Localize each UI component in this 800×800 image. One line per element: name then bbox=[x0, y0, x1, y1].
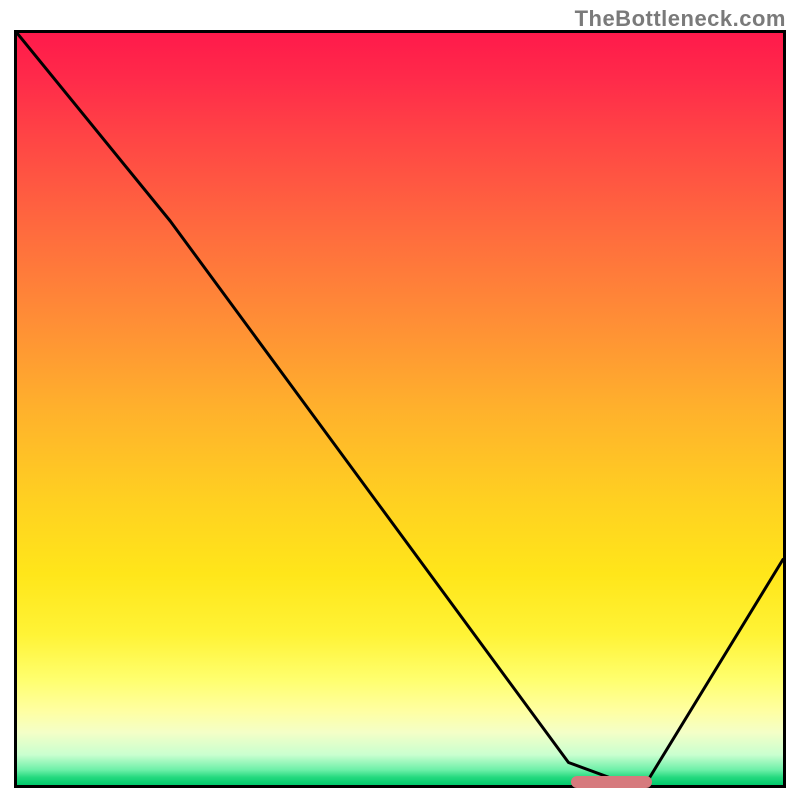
curve-path bbox=[17, 33, 783, 785]
watermark-text: TheBottleneck.com bbox=[575, 6, 786, 32]
plot-area bbox=[14, 30, 786, 788]
curve-svg bbox=[17, 33, 783, 785]
chart-frame bbox=[14, 30, 786, 788]
bottleneck-marker bbox=[571, 776, 652, 788]
